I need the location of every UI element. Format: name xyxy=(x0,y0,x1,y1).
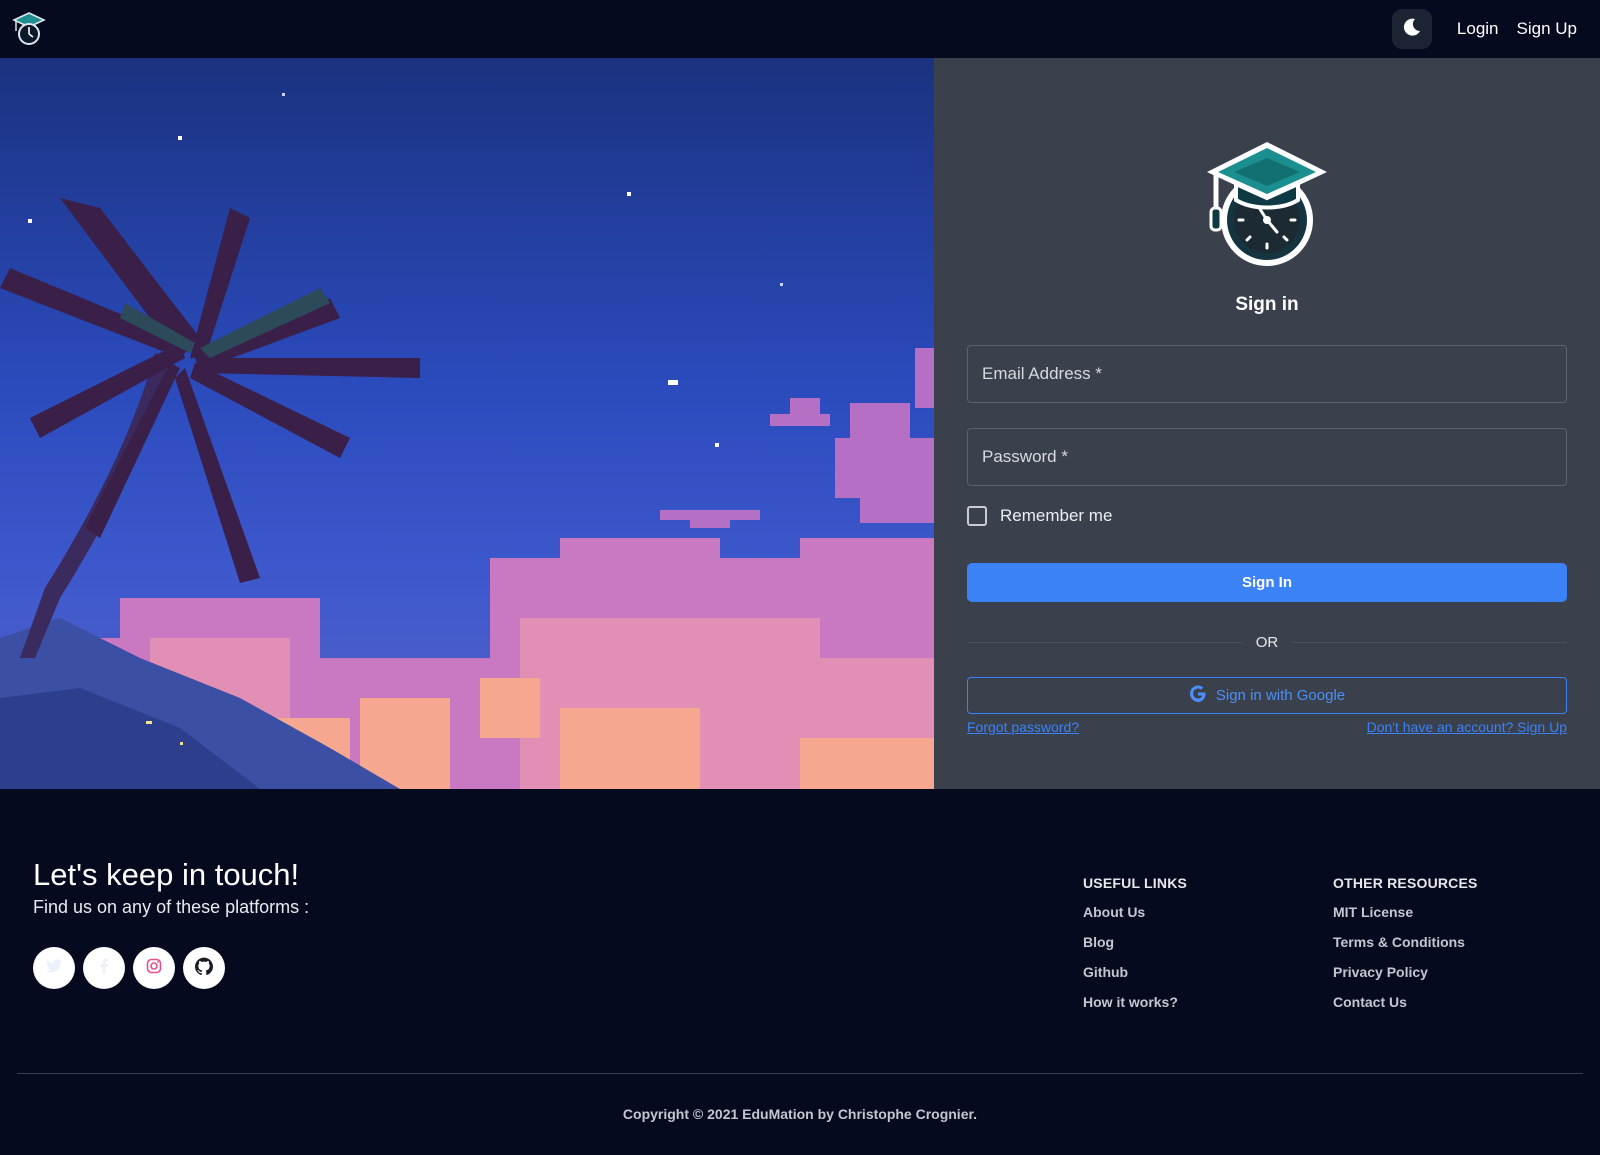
footer-subtitle: Find us on any of these platforms : xyxy=(33,897,310,917)
password-input[interactable] xyxy=(968,429,1566,485)
graduation-cap-clock-icon xyxy=(1202,138,1332,276)
google-sign-in-label: Sign in with Google xyxy=(1215,687,1346,704)
password-field[interactable] xyxy=(967,428,1567,486)
footer-title: Let's keep in touch! xyxy=(33,857,300,892)
or-label: OR xyxy=(1255,633,1279,651)
sign-in-button[interactable]: Sign In xyxy=(967,563,1567,602)
signup-link[interactable]: Don't have an account? Sign Up xyxy=(1367,719,1567,735)
remember-me[interactable]: Remember me xyxy=(967,506,1112,526)
useful-links-column: USEFUL LINKS About Us Blog Github How it… xyxy=(1083,875,1187,1024)
footer-link-contact[interactable]: Contact Us xyxy=(1333,994,1478,1024)
nav-login-link[interactable]: Login xyxy=(1448,19,1508,39)
theme-toggle-button[interactable] xyxy=(1391,9,1432,49)
remember-me-label: Remember me xyxy=(1000,506,1113,525)
other-resources-column: OTHER RESOURCES MIT License Terms & Cond… xyxy=(1333,875,1478,1024)
email-field[interactable] xyxy=(967,345,1567,403)
copyright-text: Copyright © 2021 EduMation by Christophe… xyxy=(622,1106,978,1122)
signin-title: Sign in xyxy=(1235,294,1299,315)
footer-link-how-it-works[interactable]: How it works? xyxy=(1083,994,1187,1024)
footer: Let's keep in touch! Find us on any of t… xyxy=(0,789,1600,1155)
divider-line xyxy=(967,641,1242,643)
email-input[interactable] xyxy=(968,346,1566,402)
top-navbar: Login Sign Up xyxy=(0,0,1600,58)
divider-line xyxy=(1292,641,1567,643)
github-icon xyxy=(195,957,213,980)
google-g-icon xyxy=(1189,685,1216,707)
graduation-cap-clock-icon[interactable] xyxy=(12,11,46,47)
instagram-icon xyxy=(146,958,162,979)
nav-signup-link[interactable]: Sign Up xyxy=(1508,19,1586,39)
footer-link-about-us[interactable]: About Us xyxy=(1083,904,1187,934)
forgot-password-link[interactable]: Forgot password? xyxy=(967,719,1079,735)
nav-actions: Login Sign Up xyxy=(1391,9,1586,49)
github-button[interactable] xyxy=(183,947,225,989)
moon-icon xyxy=(1402,17,1422,42)
footer-link-github[interactable]: Github xyxy=(1083,964,1187,994)
footer-link-mit-license[interactable]: MIT License xyxy=(1333,904,1478,934)
signin-links: Forgot password? Don't have an account? … xyxy=(967,719,1567,735)
footer-link-privacy[interactable]: Privacy Policy xyxy=(1333,964,1478,994)
facebook-icon xyxy=(99,958,109,979)
twitter-button[interactable] xyxy=(33,947,75,989)
google-sign-in-button[interactable]: Sign in with Google xyxy=(967,677,1567,714)
hero-image xyxy=(0,58,934,789)
instagram-button[interactable] xyxy=(133,947,175,989)
social-links xyxy=(33,947,233,989)
footer-link-terms[interactable]: Terms & Conditions xyxy=(1333,934,1478,964)
footer-divider xyxy=(17,1073,1583,1074)
footer-link-blog[interactable]: Blog xyxy=(1083,934,1187,964)
signin-panel: Sign in Remember me Sign In OR Sign in w… xyxy=(934,58,1600,789)
useful-links-heading: USEFUL LINKS xyxy=(1083,875,1188,891)
twitter-icon xyxy=(46,958,62,978)
facebook-button[interactable] xyxy=(83,947,125,989)
remember-me-checkbox[interactable] xyxy=(967,506,987,526)
or-divider: OR xyxy=(967,632,1567,652)
other-resources-heading: OTHER RESOURCES xyxy=(1333,875,1478,891)
